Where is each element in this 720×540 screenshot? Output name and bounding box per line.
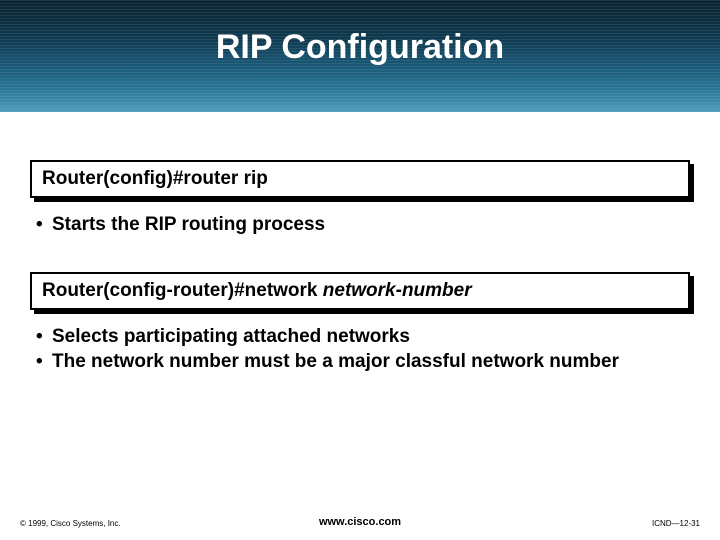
- bullet-group-1: • Starts the RIP routing process: [30, 212, 690, 238]
- bullet-text: The network number must be a major class…: [52, 349, 619, 375]
- content-area: Router(config)#router rip • Starts the R…: [30, 160, 690, 409]
- command-2-prefix: Router(config-router)#network: [42, 280, 323, 301]
- bullet-dot: •: [36, 324, 52, 350]
- slide-title: RIP Configuration: [0, 28, 720, 67]
- footer: © 1999, Cisco Systems, Inc. www.cisco.co…: [0, 506, 720, 530]
- bullet-text: Starts the RIP routing process: [52, 212, 325, 238]
- command-box-1: Router(config)#router rip: [30, 160, 690, 198]
- bullet-dot: •: [36, 212, 52, 238]
- bullet-item: • The network number must be a major cla…: [36, 349, 690, 375]
- bullet-dot: •: [36, 349, 52, 375]
- header-band: RIP Configuration: [0, 0, 720, 112]
- footer-url: www.cisco.com: [319, 516, 401, 528]
- command-2-italic: network-number: [323, 280, 472, 301]
- footer-slide-code: ICND—12-31: [652, 519, 700, 528]
- bullet-item: • Selects participating attached network…: [36, 324, 690, 350]
- bullet-text: Selects participating attached networks: [52, 324, 410, 350]
- bullet-group-2: • Selects participating attached network…: [30, 324, 690, 375]
- footer-copyright: © 1999, Cisco Systems, Inc.: [20, 519, 121, 528]
- command-1-text: Router(config)#router rip: [42, 168, 268, 189]
- bullet-item: • Starts the RIP routing process: [36, 212, 690, 238]
- command-box-2: Router(config-router)#network network-nu…: [30, 272, 690, 310]
